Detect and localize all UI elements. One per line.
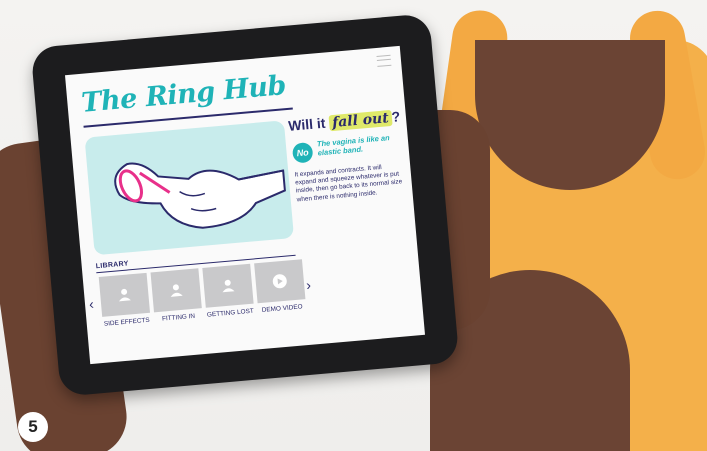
question-highlight: fall out: [328, 109, 393, 132]
tablet-device: The Ring Hub Will it fall out? No The va…: [30, 13, 460, 397]
person-icon: [170, 284, 183, 297]
answer-tagline: The vagina is like an elastic band.: [316, 133, 391, 158]
library-card-getting-lost[interactable]: [202, 263, 254, 308]
library-next-arrow[interactable]: ›: [306, 277, 312, 293]
step-number-badge: 5: [18, 412, 48, 442]
answer-body: It expands and contracts. It will expand…: [294, 163, 403, 204]
library-card-demo-video[interactable]: [254, 259, 306, 304]
person-icon: [118, 288, 131, 302]
question-suffix: ?: [390, 108, 401, 125]
question-prefix: Will it: [287, 114, 330, 134]
library-card-side-effects[interactable]: [98, 272, 151, 317]
photo-background: The Ring Hub Will it fall out? No The va…: [0, 0, 707, 451]
question-heading: Will it fall out?: [288, 108, 401, 135]
hamburger-menu-icon[interactable]: [376, 54, 392, 67]
library-prev-arrow[interactable]: ‹: [88, 296, 94, 312]
answer-badge: No: [291, 141, 314, 164]
play-icon: [272, 274, 287, 289]
tablet-screen: The Ring Hub Will it fall out? No The va…: [65, 45, 425, 365]
library-card-fitting-in[interactable]: [150, 268, 202, 313]
person-icon: [222, 279, 235, 293]
ring-insertion-illustration: [84, 120, 295, 256]
library-card-label: DEMO VIDEO: [261, 303, 303, 314]
